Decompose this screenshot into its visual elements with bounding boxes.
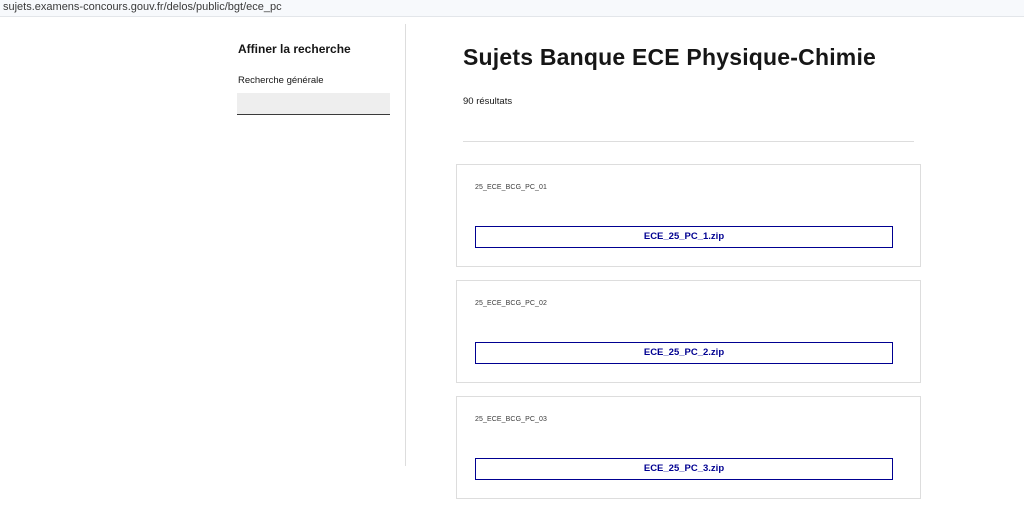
- divider: [463, 141, 914, 142]
- url-text: sujets.examens-concours.gouv.fr/delos/pu…: [3, 1, 282, 13]
- result-count: 90 résultats: [463, 96, 513, 107]
- download-file-button[interactable]: ECE_25_PC_1.zip: [475, 226, 893, 248]
- page-title: Sujets Banque ECE Physique-Chimie: [463, 44, 877, 70]
- address-bar[interactable]: sujets.examens-concours.gouv.fr/delos/pu…: [0, 0, 1024, 17]
- search-input[interactable]: [237, 93, 390, 115]
- subject-code: 25_ECE_BCG_PC_01: [475, 184, 548, 191]
- results-main: Sujets Banque ECE Physique-Chimie 90 rés…: [407, 24, 1024, 499]
- sidebar-title: Affiner la recherche: [238, 42, 351, 56]
- download-file-button[interactable]: ECE_25_PC_2.zip: [475, 342, 893, 364]
- result-card: 25_ECE_BCG_PC_02 ECE_25_PC_2.zip: [456, 280, 921, 383]
- results-list: 25_ECE_BCG_PC_01 ECE_25_PC_1.zip 25_ECE_…: [456, 164, 921, 512]
- page-content: Affiner la recherche Recherche générale …: [0, 24, 1024, 499]
- subject-code: 25_ECE_BCG_PC_03: [475, 416, 548, 423]
- result-card: 25_ECE_BCG_PC_03 ECE_25_PC_3.zip: [456, 396, 921, 499]
- result-card: 25_ECE_BCG_PC_01 ECE_25_PC_1.zip: [456, 164, 921, 267]
- subject-code: 25_ECE_BCG_PC_02: [475, 300, 548, 307]
- download-file-button[interactable]: ECE_25_PC_3.zip: [475, 458, 893, 480]
- search-label: Recherche générale: [238, 75, 324, 86]
- filter-sidebar: Affiner la recherche Recherche générale: [0, 24, 406, 466]
